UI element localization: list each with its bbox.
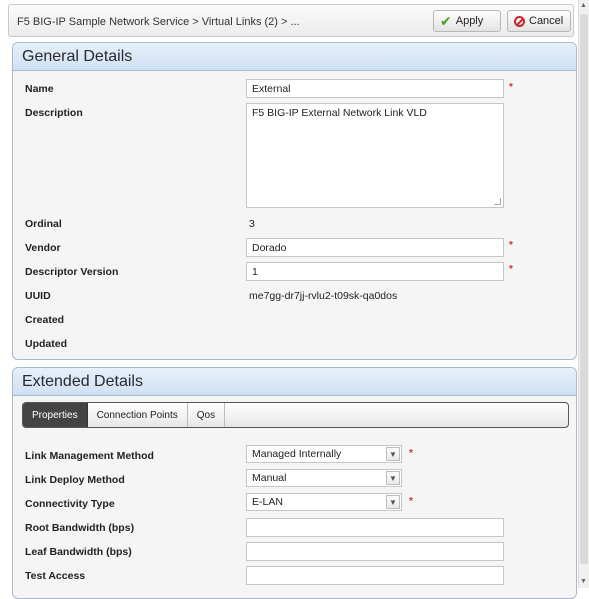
required-icon: * [409,448,413,459]
connectivity-type-value: E-LAN [252,496,283,508]
required-icon: * [509,240,513,251]
toolbar: F5 BIG-IP Sample Network Service > Virtu… [8,4,574,37]
test-access-input[interactable] [246,566,504,585]
link-management-value: Managed Internally [252,448,342,460]
tab-strip: Properties Connection Points Qos [22,402,569,428]
link-deploy-value: Manual [252,472,287,484]
tab-connection-points[interactable]: Connection Points [88,403,188,427]
root-bandwidth-label: Root Bandwidth (bps) [25,522,135,534]
ordinal-label: Ordinal [25,218,62,230]
general-details-header: General Details [13,43,576,71]
vendor-input[interactable]: Dorado [246,238,504,257]
connectivity-type-label: Connectivity Type [25,498,115,510]
extended-details-panel: Extended Details Properties Connection P… [12,367,577,599]
check-icon: ✔ [440,13,452,29]
apply-button-label: Apply [455,15,484,27]
link-deploy-select[interactable]: Manual ▼ [246,469,402,487]
link-management-select[interactable]: Managed Internally ▼ [246,445,402,463]
breadcrumb[interactable]: F5 BIG-IP Sample Network Service > Virtu… [17,16,300,28]
uuid-label: UUID [25,290,51,302]
required-icon: * [509,264,513,275]
tab-qos[interactable]: Qos [188,403,226,427]
created-label: Created [25,314,65,326]
description-textarea[interactable]: F5 BIG-IP External Network Link VLD [246,103,504,208]
cancel-icon [514,15,525,27]
leaf-bandwidth-label: Leaf Bandwidth (bps) [25,546,132,558]
chevron-down-icon[interactable]: ▼ [386,471,400,485]
chevron-down-icon[interactable]: ▼ [386,495,400,509]
tab-properties[interactable]: Properties [23,403,88,427]
link-management-label: Link Management Method [25,450,154,462]
scroll-up-icon[interactable]: ▲ [580,2,587,9]
ordinal-value: 3 [249,218,255,230]
general-details-panel: General Details Name External * Descript… [12,42,577,360]
scrollbar-thumb[interactable] [580,14,588,564]
test-access-label: Test Access [25,570,86,582]
required-icon: * [509,82,513,93]
required-icon: * [409,496,413,507]
vertical-scrollbar[interactable]: ▲ ▼ [578,0,589,588]
chevron-down-icon[interactable]: ▼ [386,447,400,461]
leaf-bandwidth-input[interactable] [246,542,504,561]
updated-label: Updated [25,338,67,350]
resize-handle-icon[interactable] [494,198,501,205]
extended-details-header: Extended Details [13,368,576,396]
name-input[interactable]: External [246,79,504,98]
name-label: Name [25,83,54,95]
cancel-button[interactable]: Cancel [507,10,571,32]
scroll-down-icon[interactable]: ▼ [580,578,587,585]
description-label: Description [25,107,83,119]
uuid-value: me7gg-dr7jj-rvlu2-t09sk-qa0dos [249,290,398,302]
apply-button[interactable]: ✔ Apply [433,10,501,32]
connectivity-type-select[interactable]: E-LAN ▼ [246,493,402,511]
descriptor-version-label: Descriptor Version [25,266,119,278]
cancel-button-label: Cancel [529,15,564,27]
description-text: F5 BIG-IP External Network Link VLD [252,107,427,119]
vendor-label: Vendor [25,242,61,254]
link-deploy-label: Link Deploy Method [25,474,125,486]
root-bandwidth-input[interactable] [246,518,504,537]
descriptor-version-input[interactable]: 1 [246,262,504,281]
